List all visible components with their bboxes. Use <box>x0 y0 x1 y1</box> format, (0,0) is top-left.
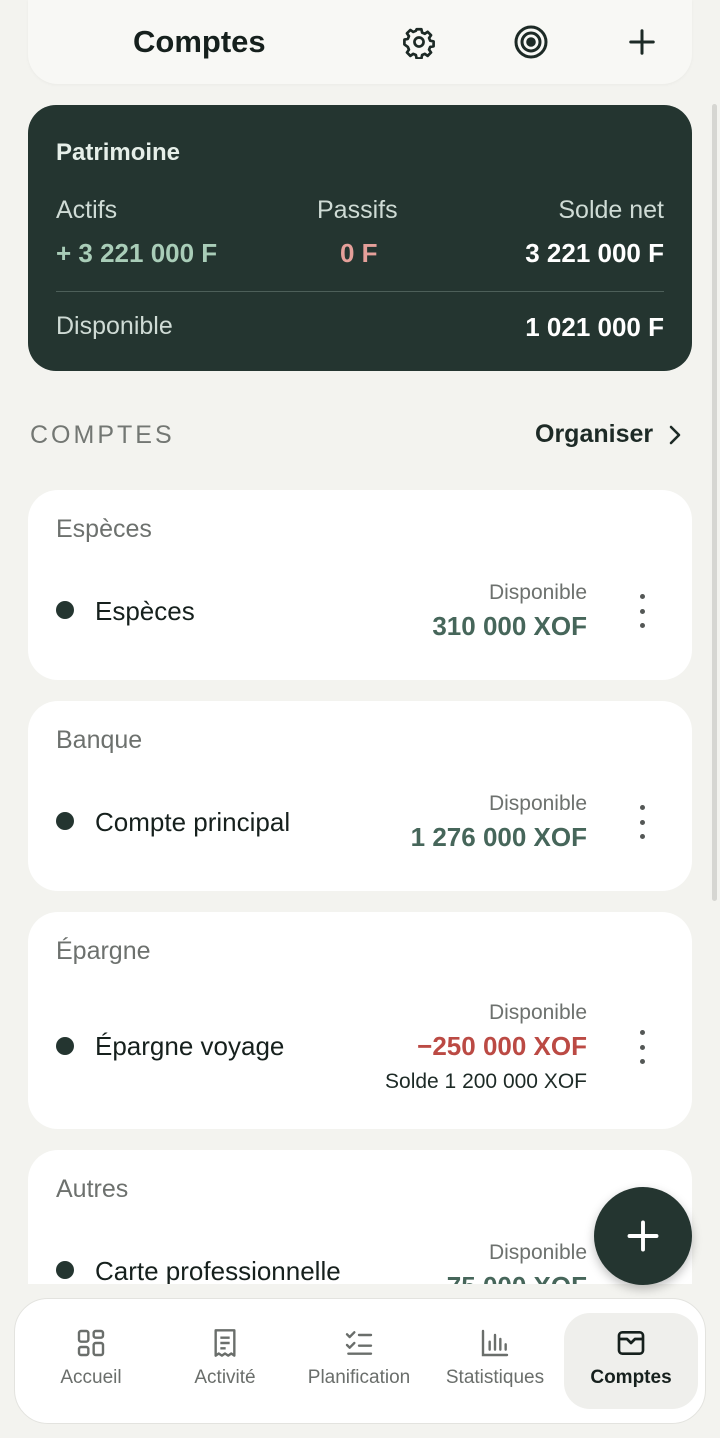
checklist-icon <box>345 1331 373 1355</box>
account-balance: Disponible −250 000 XOF Solde 1 200 000 … <box>385 1001 587 1094</box>
wealth-summary-card: Patrimoine Actifs Passifs Solde net + 3 … <box>28 105 692 371</box>
nav-label: Comptes <box>590 1367 672 1388</box>
settings-icon[interactable] <box>399 22 439 62</box>
page-title: Comptes <box>133 24 266 59</box>
net-balance-value: 3 221 000 F <box>525 238 664 268</box>
more-options-icon[interactable] <box>632 594 652 628</box>
bar-chart-icon <box>481 1329 509 1357</box>
account-amount: 1 276 000 XOF <box>410 822 587 852</box>
grid-icon <box>77 1329 105 1357</box>
wealth-title: Patrimoine <box>56 139 181 166</box>
nav-item-accueil[interactable]: Accueil <box>29 1313 153 1409</box>
account-balance: Disponible 1 276 000 XOF <box>411 792 587 853</box>
add-account-icon[interactable] <box>622 22 662 62</box>
available-label: Disponible <box>488 1001 587 1024</box>
account-color-dot <box>56 1261 74 1279</box>
nav-item-activite[interactable]: Activité <box>163 1313 287 1409</box>
bottom-navigation: Accueil Activité Planification Statistiq… <box>14 1298 706 1424</box>
account-color-dot <box>56 1037 74 1055</box>
nav-item-planification[interactable]: Planification <box>297 1313 421 1409</box>
plus-icon <box>627 1220 659 1252</box>
account-name[interactable]: Carte professionnelle <box>95 1256 341 1287</box>
top-bar: Comptes <box>28 0 692 84</box>
account-color-dot <box>56 812 74 830</box>
account-group-card: Épargne Épargne voyage Disponible −250 0… <box>28 912 692 1129</box>
liabilities-value: 0 F <box>340 238 378 268</box>
nav-label: Planification <box>307 1367 411 1388</box>
group-title: Autres <box>56 1175 129 1203</box>
available-label: Disponible <box>56 312 173 340</box>
group-title: Banque <box>56 726 143 754</box>
available-label: Disponible <box>488 581 587 604</box>
receipt-icon <box>214 1329 236 1357</box>
more-options-icon[interactable] <box>632 1030 652 1064</box>
available-label: Disponible <box>488 1241 587 1264</box>
account-group-card: Espèces Espèces Disponible 310 000 XOF <box>28 490 692 680</box>
account-group-card: Banque Compte principal Disponible 1 276… <box>28 701 692 891</box>
account-amount: −250 000 XOF <box>417 1031 587 1061</box>
account-name[interactable]: Compte principal <box>95 807 290 838</box>
account-balance: Disponible 310 000 XOF <box>432 581 587 642</box>
more-options-icon[interactable] <box>632 805 652 839</box>
accounts-section-label: COMPTES <box>30 421 175 449</box>
nav-label: Accueil <box>60 1367 122 1388</box>
account-total-balance: Solde 1 200 000 XOF <box>385 1070 587 1093</box>
account-name[interactable]: Épargne voyage <box>95 1031 284 1062</box>
account-name[interactable]: Espèces <box>95 596 195 627</box>
nav-item-statistiques[interactable]: Statistiques <box>433 1313 557 1409</box>
organise-label: Organiser <box>535 420 654 448</box>
organise-button[interactable]: Organiser <box>535 420 683 449</box>
wallet-icon <box>617 1331 645 1355</box>
target-icon[interactable] <box>511 22 551 62</box>
divider <box>56 291 664 292</box>
chevron-right-icon <box>669 425 681 444</box>
account-color-dot <box>56 601 74 619</box>
group-title: Espèces <box>56 515 152 543</box>
nav-item-comptes[interactable]: Comptes <box>564 1313 698 1409</box>
nav-label: Activité <box>194 1367 256 1388</box>
assets-label: Actifs <box>56 196 118 224</box>
add-transaction-button[interactable] <box>594 1187 692 1285</box>
group-title: Épargne <box>56 937 151 965</box>
available-value: 1 021 000 F <box>525 312 664 342</box>
scrollbar[interactable] <box>712 104 717 901</box>
nav-label: Statistiques <box>445 1367 545 1388</box>
assets-value: + 3 221 000 F <box>56 238 218 268</box>
liabilities-label: Passifs <box>317 196 398 224</box>
account-amount: 310 000 XOF <box>432 611 587 641</box>
available-label: Disponible <box>488 792 587 815</box>
net-balance-label: Solde net <box>558 196 664 224</box>
